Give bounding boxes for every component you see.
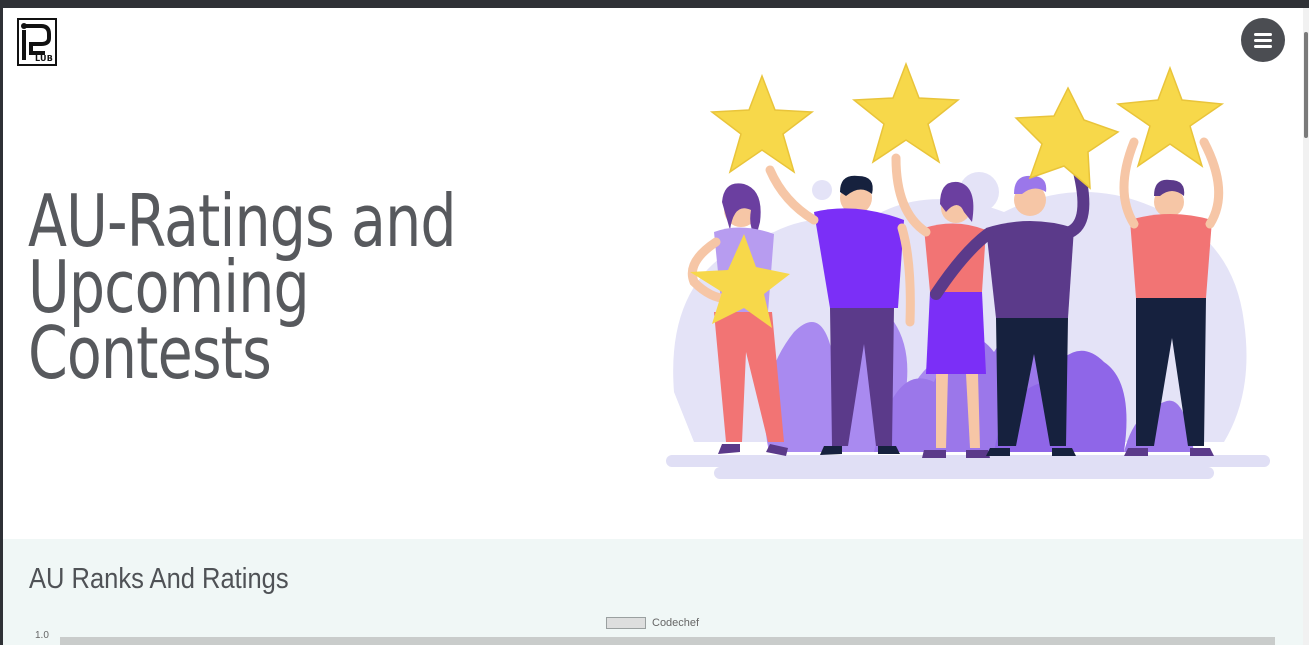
logo-text: LUB (34, 54, 53, 63)
hamburger-icon-line (1254, 38, 1272, 42)
page-scrollbar[interactable] (1303, 8, 1309, 645)
chart-legend[interactable]: Codechef (606, 617, 699, 629)
legend-swatch-codechef (606, 617, 646, 629)
hamburger-icon-line (1254, 44, 1272, 48)
section-title: AU Ranks And Ratings (29, 563, 289, 595)
people-holding-stars-illustration (666, 62, 1270, 479)
y-axis-tick: 1.0 (35, 630, 49, 641)
menu-button[interactable] (1241, 18, 1285, 62)
hero-title: AU-Ratings and Upcoming Contests (28, 185, 556, 389)
chart-bar-codechef[interactable] (60, 637, 1275, 645)
hamburger-icon (1254, 32, 1272, 36)
hero-title-line3: Contests (28, 311, 272, 395)
club-logo[interactable]: LUB (17, 18, 57, 66)
ranks-section: AU Ranks And Ratings Codechef 1.0 (3, 539, 1303, 645)
legend-label-codechef: Codechef (652, 617, 700, 629)
scrollbar-thumb[interactable] (1304, 32, 1308, 138)
window-top-bar (0, 0, 1309, 8)
